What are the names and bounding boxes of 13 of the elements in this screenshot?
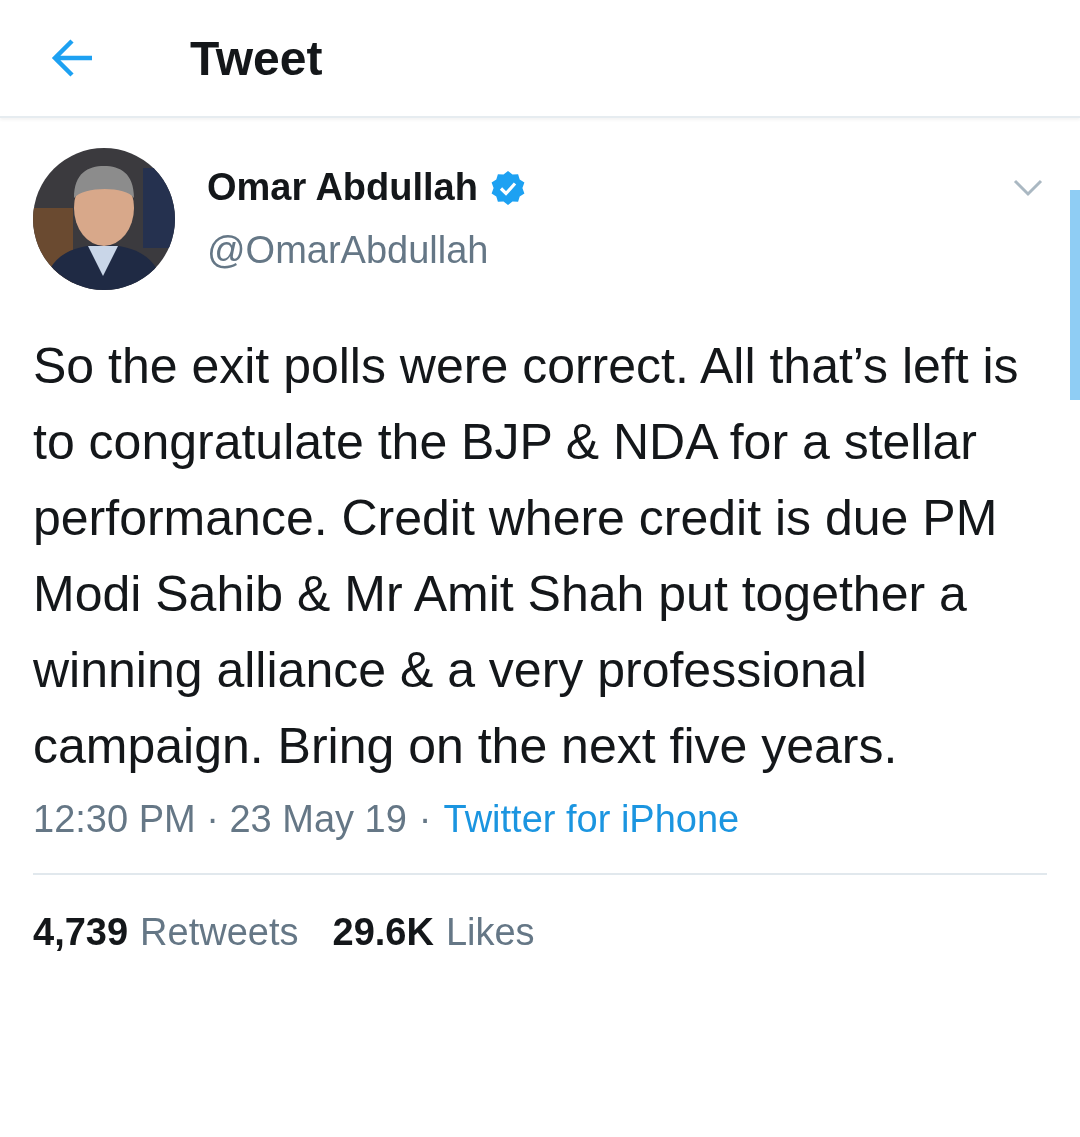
timestamp: 12:30 PM · 23 May 19 xyxy=(33,798,407,841)
author-name: Omar Abdullah xyxy=(207,166,478,209)
stat-label[interactable]: Retweets xyxy=(140,911,299,954)
tweet-text: So the exit polls were correct. All that’s left is to congratulate the BJP & NDA for a stellar performance. Credit where credit is due PM Modi Sahib & Mr Amit Shah put together a winning alliance & a very professional campaign. Bring on the next five years. xyxy=(33,337,1020,776)
stat-count: 29.6K xyxy=(332,911,434,954)
source-link[interactable]: Twitter for iPhone xyxy=(443,798,740,841)
page-title: Tweet xyxy=(190,30,323,86)
author-handle: @OmarAbdullah xyxy=(207,229,490,272)
stat-label[interactable]: Likes xyxy=(445,911,535,954)
separator: · xyxy=(418,798,432,841)
caret-icon[interactable] xyxy=(1013,178,1043,198)
scrollbar[interactable] xyxy=(1070,190,1080,400)
stat-count: 4,739 xyxy=(33,911,129,954)
